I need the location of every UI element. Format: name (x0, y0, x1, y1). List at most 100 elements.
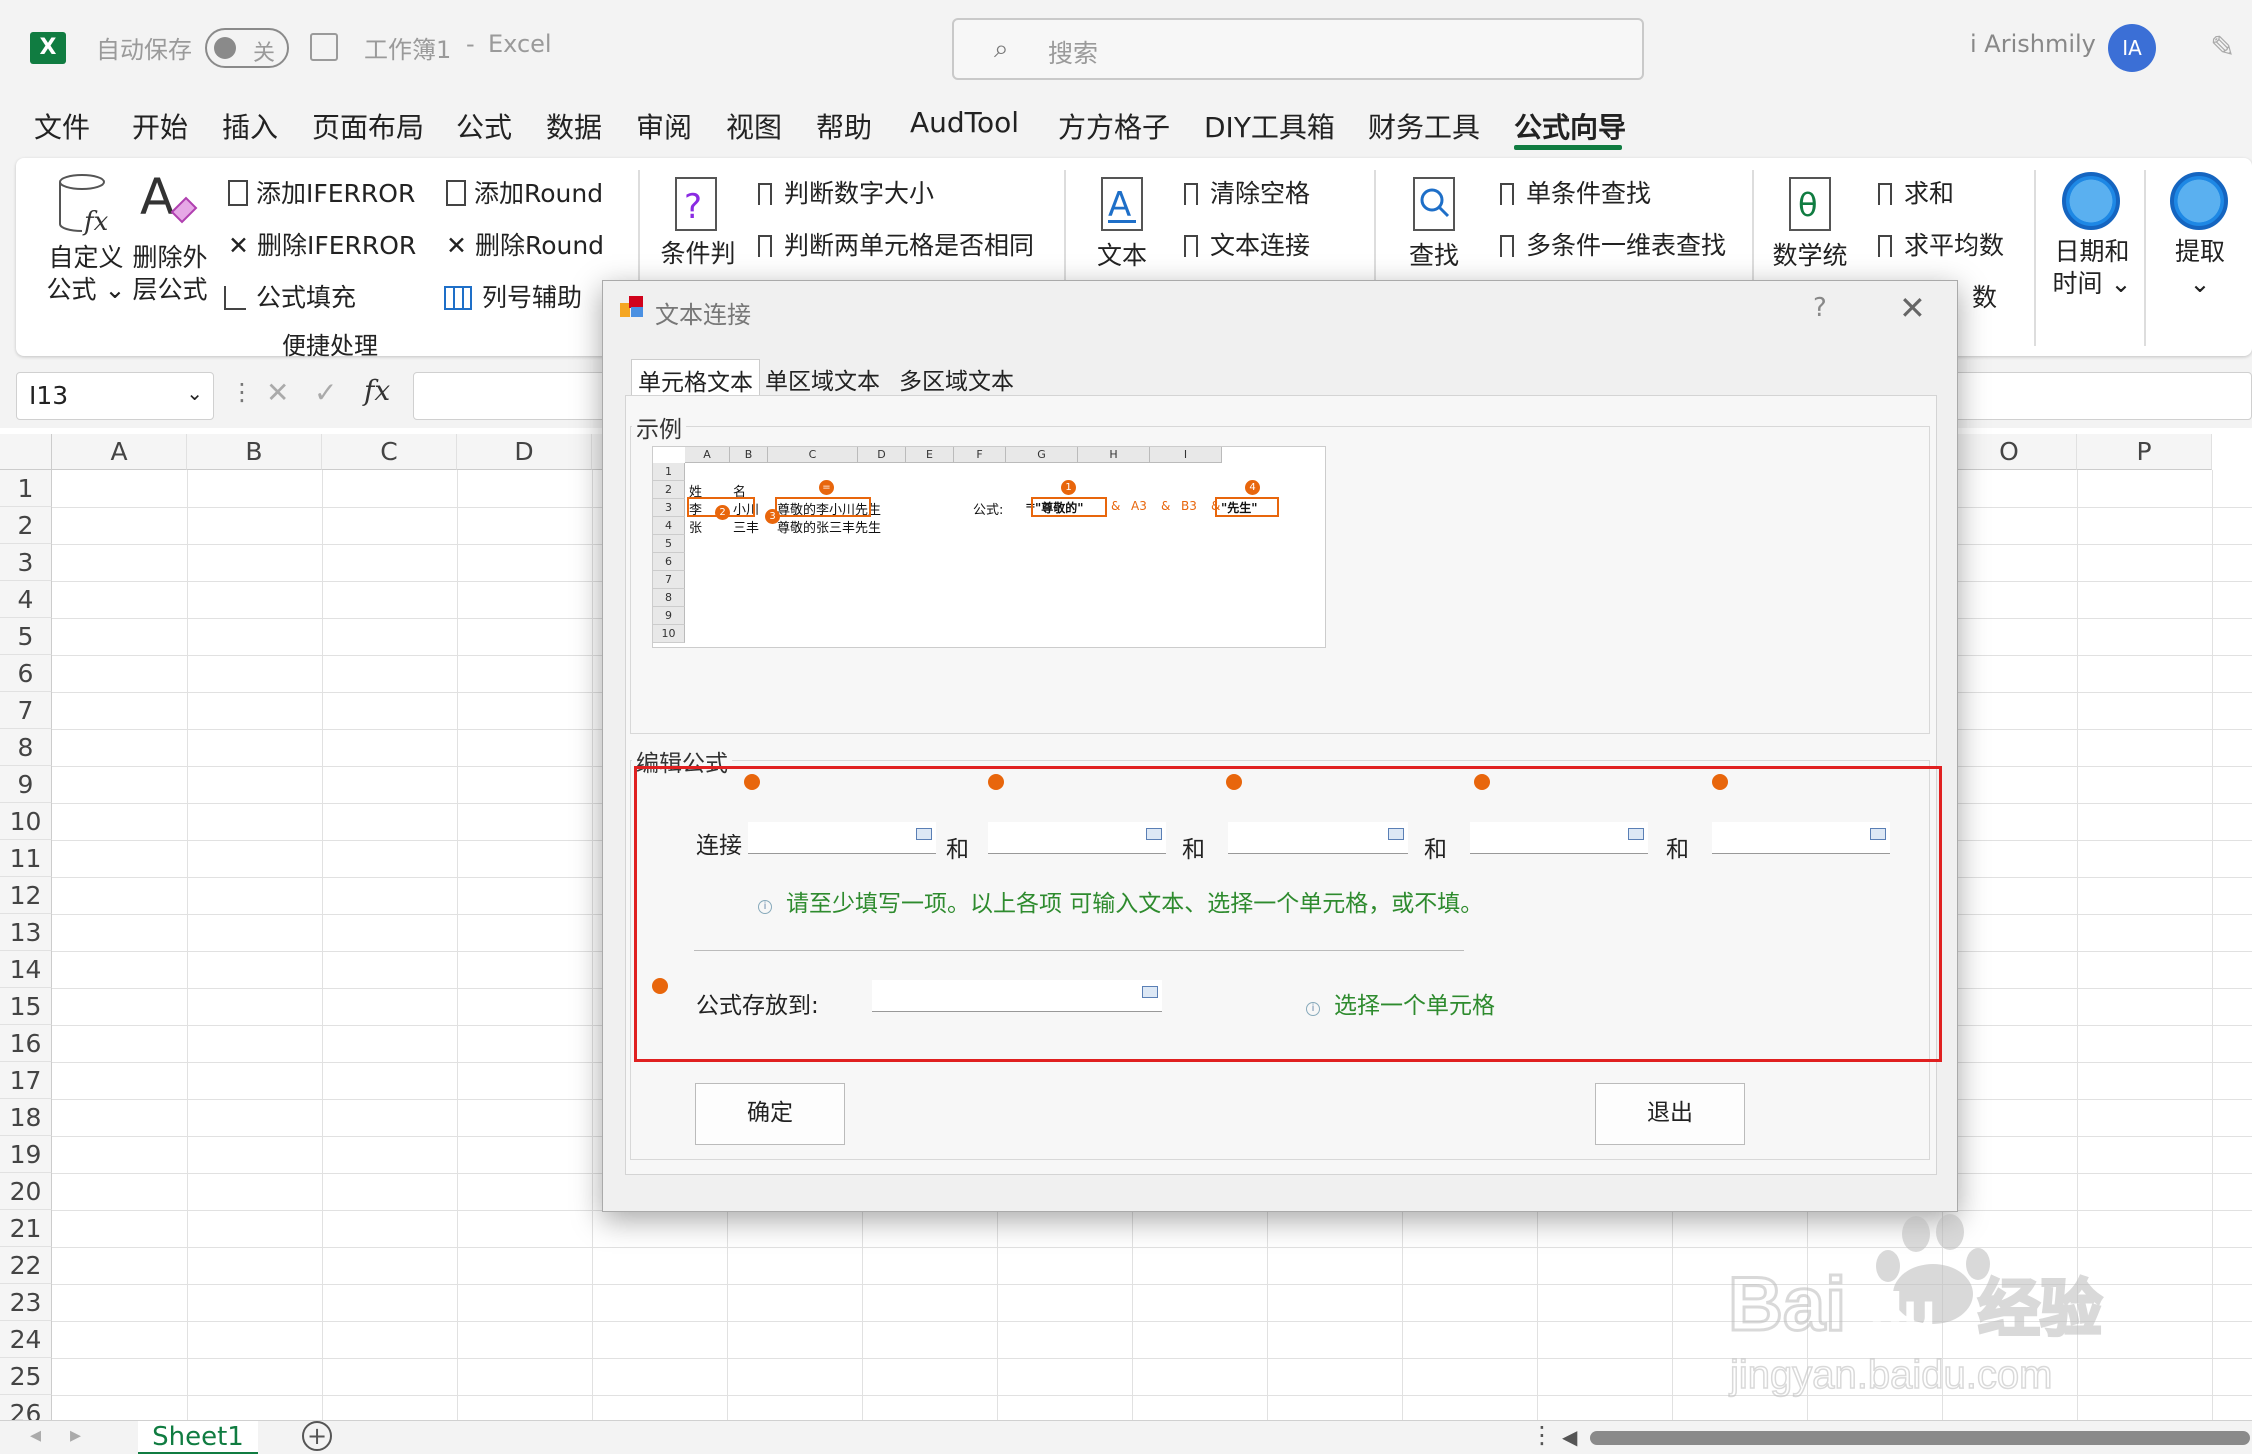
tab-review[interactable]: 审阅 (636, 106, 692, 146)
add-sheet-icon[interactable]: + (302, 1421, 332, 1451)
tab-single-range[interactable]: 单区域文本 (759, 359, 886, 395)
row-header[interactable]: 25 (0, 1358, 52, 1395)
delete-iferror-button[interactable]: ✕ 删除IFERROR (228, 226, 416, 262)
row-header[interactable]: 9 (0, 766, 52, 803)
text-concat-button[interactable]: 文本连接 (1184, 226, 1310, 262)
row-header[interactable]: 22 (0, 1247, 52, 1284)
tab-single-cell[interactable]: 单元格文本 (631, 359, 760, 396)
select-all-corner[interactable] (0, 434, 52, 470)
excel-logo-icon: X (30, 32, 66, 64)
confirm-icon[interactable]: ✓ (314, 376, 337, 409)
row-header[interactable]: 1 (0, 470, 52, 507)
svg-text:经验: 经验 (1978, 1272, 2102, 1345)
save-icon[interactable] (310, 33, 338, 61)
tab-view[interactable]: 视图 (726, 106, 782, 146)
row-header[interactable]: 20 (0, 1173, 52, 1210)
ribbon-tabs: 文件 开始 插入 页面布局 公式 数据 审阅 视图 帮助 AudTool 方方格… (0, 98, 2252, 154)
column-header[interactable]: D (457, 434, 592, 470)
row-header[interactable]: 4 (0, 581, 52, 618)
exit-button[interactable]: 退出 (1595, 1083, 1745, 1145)
clear-space-button[interactable]: 清除空格 (1184, 174, 1310, 210)
column-header[interactable]: B (187, 434, 322, 470)
tab-help[interactable]: 帮助 (816, 106, 872, 146)
tab-multi-range[interactable]: 多区域文本 (893, 359, 1020, 395)
delete-round-button[interactable]: ✕ 删除Round (446, 226, 604, 262)
custom-formula-label-2: 公式 ⌄ (46, 275, 126, 304)
extract-icon (2170, 172, 2228, 230)
sheet-tab[interactable]: Sheet1 (138, 1421, 258, 1454)
row-header[interactable]: 5 (0, 618, 52, 655)
avatar[interactable]: IA (2108, 24, 2156, 72)
custom-formula-icon: fx (59, 174, 109, 237)
insert-function-icon[interactable]: fx (364, 374, 390, 407)
search-icon: ⌕ (994, 34, 1009, 64)
column-header[interactable]: O (1942, 434, 2077, 470)
tab-insert[interactable]: 插入 (222, 106, 278, 146)
row-header[interactable]: 21 (0, 1210, 52, 1247)
judge-number-button[interactable]: 判断数字大小 (758, 174, 934, 210)
tab-home[interactable]: 开始 (132, 106, 188, 146)
row-header[interactable]: 11 (0, 840, 52, 877)
row-header[interactable]: 14 (0, 951, 52, 988)
scroll-left-icon[interactable]: ◀ (1562, 1425, 1577, 1449)
column-header[interactable]: A (52, 434, 187, 470)
callout-box (1031, 497, 1107, 517)
column-helper-button[interactable]: 列号辅助 (444, 278, 582, 314)
multi-lookup-button[interactable]: 多条件一维表查找 (1500, 226, 1726, 262)
tab-fangfang[interactable]: 方方格子 (1058, 106, 1170, 146)
row-header[interactable]: 12 (0, 877, 52, 914)
tab-finance-tools[interactable]: 财务工具 (1368, 106, 1480, 146)
tab-audtool[interactable]: AudTool (910, 106, 1019, 139)
row-header[interactable]: 24 (0, 1321, 52, 1358)
ok-button[interactable]: 确定 (695, 1083, 845, 1145)
row-header[interactable]: 2 (0, 507, 52, 544)
close-icon[interactable]: ✕ (1899, 289, 1926, 327)
autosave-toggle[interactable]: 关 (205, 28, 289, 68)
row-header[interactable]: 19 (0, 1136, 52, 1173)
tab-diy-toolbox[interactable]: DIY工具箱 (1204, 106, 1335, 146)
chevron-down-icon: ⌄ (186, 381, 203, 405)
add-iferror-button[interactable]: 添加IFERROR (228, 174, 415, 210)
horizontal-scrollbar[interactable] (1590, 1431, 2250, 1445)
tab-formula-wizard[interactable]: 公式向导 (1514, 106, 1626, 146)
next-sheet-icon[interactable]: ▸ (70, 1423, 81, 1448)
single-lookup-button[interactable]: 单条件查找 (1500, 174, 1651, 210)
column-header[interactable]: C (322, 434, 457, 470)
callout-box (775, 497, 871, 517)
row-header[interactable]: 3 (0, 544, 52, 581)
search-box[interactable]: ⌕ 搜索 (952, 18, 1644, 80)
bookmark-icon (1500, 235, 1514, 257)
row-header[interactable]: 7 (0, 692, 52, 729)
row-header[interactable]: 16 (0, 1025, 52, 1062)
fill-formula-button[interactable]: 公式填充 (224, 278, 356, 314)
tab-page-layout[interactable]: 页面布局 (312, 106, 424, 146)
svg-text:jingyan.baidu.com: jingyan.baidu.com (1729, 1353, 2052, 1397)
count-button-partial[interactable]: 数 (1972, 278, 1997, 314)
row-header[interactable]: 10 (0, 803, 52, 840)
sum-button[interactable]: 求和 (1878, 174, 1954, 210)
prev-sheet-icon[interactable]: ◂ (30, 1423, 41, 1448)
row-header[interactable]: 17 (0, 1062, 52, 1099)
tab-file[interactable]: 文件 (34, 106, 90, 146)
row-header[interactable]: 23 (0, 1284, 52, 1321)
average-button[interactable]: 求平均数 (1878, 226, 2004, 262)
row-header[interactable]: 26 (0, 1395, 52, 1420)
judge-cells-button[interactable]: 判断两单元格是否相同 (758, 226, 1034, 262)
name-box[interactable]: I13 ⌄ (16, 372, 214, 420)
row-header[interactable]: 8 (0, 729, 52, 766)
row-header[interactable]: 13 (0, 914, 52, 951)
help-icon[interactable]: ? (1813, 293, 1827, 323)
mini-row-header: 2 (653, 481, 685, 499)
tab-formulas[interactable]: 公式 (456, 106, 512, 146)
add-round-button[interactable]: 添加Round (446, 174, 603, 210)
pen-icon[interactable]: ✎ (2210, 30, 2235, 65)
dialog-title: 文本连接 (655, 301, 751, 329)
svg-text:?: ? (684, 187, 702, 227)
text-label: 文本 (1096, 241, 1147, 270)
column-header[interactable]: P (2077, 434, 2212, 470)
row-header[interactable]: 6 (0, 655, 52, 692)
row-header[interactable]: 18 (0, 1099, 52, 1136)
tab-data[interactable]: 数据 (546, 106, 602, 146)
row-header[interactable]: 15 (0, 988, 52, 1025)
cancel-icon[interactable]: ✕ (266, 376, 289, 409)
